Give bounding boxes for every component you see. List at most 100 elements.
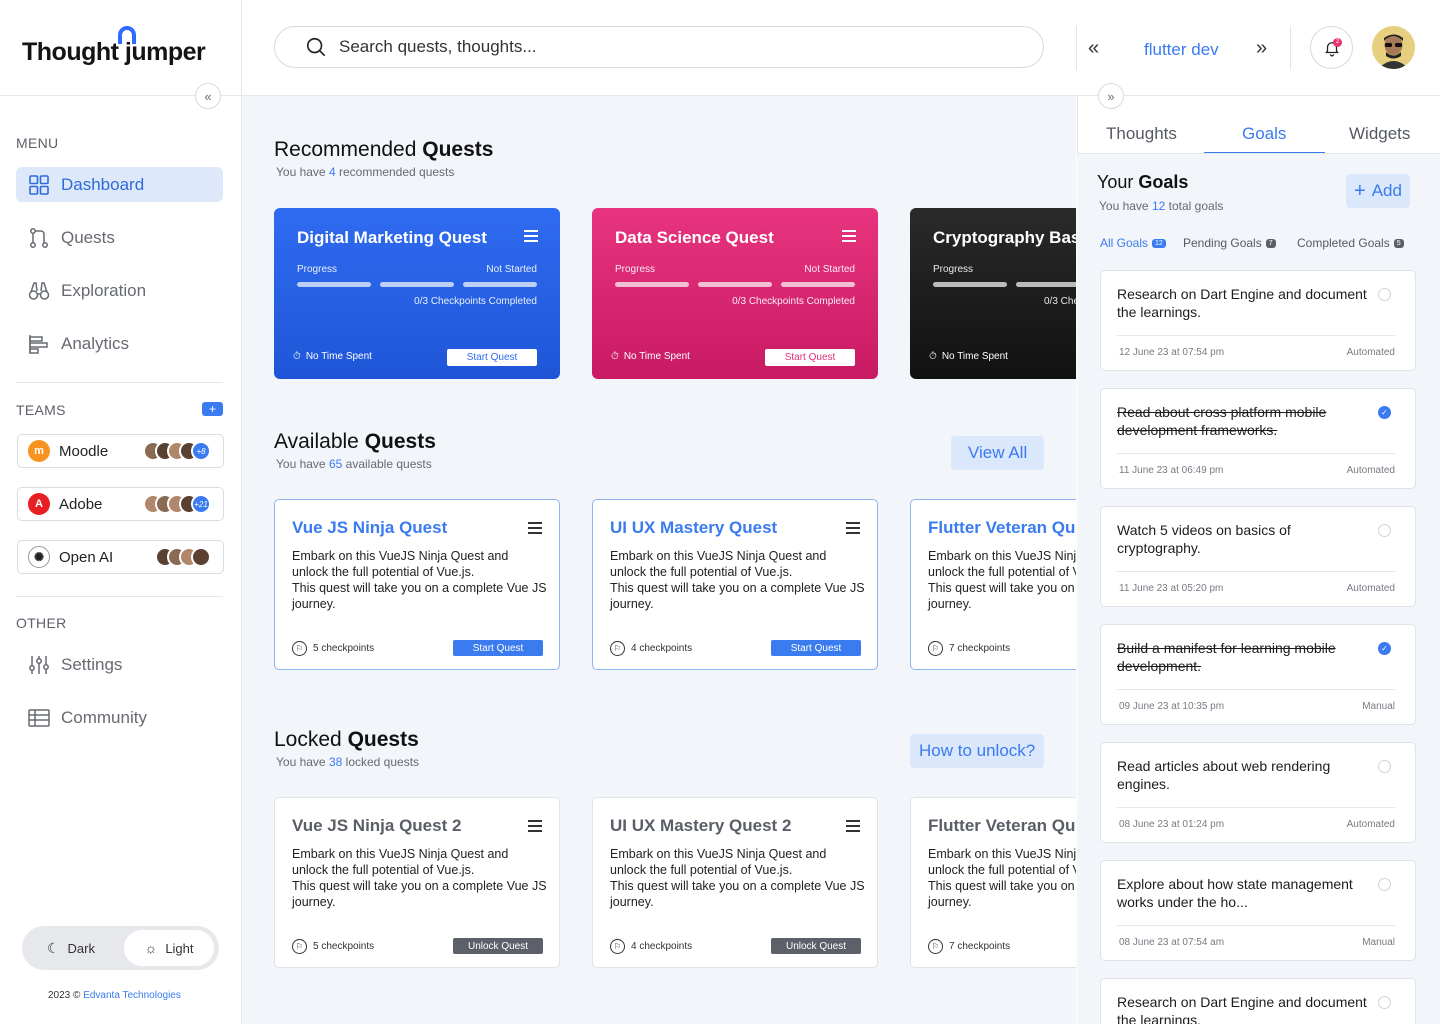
notification-badge: 2 — [1333, 38, 1342, 47]
theme-toggle[interactable]: ☾ Dark ☼ Light — [22, 926, 219, 970]
start-quest-button[interactable]: Start Quest — [447, 349, 537, 366]
goal-card[interactable]: Watch 5 videos on basics of cryptography… — [1100, 506, 1416, 607]
filter-pending-goals[interactable]: Pending Goals 7 — [1183, 236, 1276, 250]
chevrons-right-icon[interactable]: » — [1256, 37, 1267, 60]
search-input[interactable] — [339, 37, 989, 57]
start-quest-button[interactable]: Start Quest — [453, 640, 543, 656]
nav-label: Exploration — [61, 280, 147, 300]
goal-card[interactable]: Research on Dart Engine and document the… — [1100, 270, 1416, 371]
user-avatar[interactable] — [1372, 26, 1415, 69]
nav-item-quests[interactable]: Quests — [16, 220, 223, 255]
recommended-count: 4 — [328, 165, 336, 179]
how-to-unlock-button[interactable]: How to unlock? — [910, 734, 1045, 768]
tabs-divider — [1077, 153, 1440, 154]
quest-title: Flutter Veteran Quest 2 — [928, 816, 1076, 835]
progress-label: Progress — [933, 264, 974, 275]
collapse-sidebar-button[interactable]: « — [195, 83, 221, 109]
nav-label: Settings — [61, 654, 123, 674]
menu-icon[interactable] — [846, 522, 860, 537]
available-quest-card[interactable]: UI UX Mastery Quest Embark on this VueJS… — [592, 499, 878, 670]
filter-all-goals[interactable]: All Goals 12 — [1100, 236, 1166, 250]
check-icon: ✓ — [1381, 644, 1388, 653]
recommended-quest-card[interactable]: Digital Marketing Quest Progress Not Sta… — [274, 208, 560, 379]
add-goal-button[interactable]: + Add — [1346, 174, 1410, 208]
workspace-name[interactable]: flutter dev — [1144, 40, 1219, 60]
quest-title: Flutter Veteran Quest — [928, 518, 1076, 537]
menu-icon[interactable] — [842, 230, 856, 245]
team-card-adobe[interactable]: A Adobe +21 — [17, 487, 224, 521]
menu-icon[interactable] — [528, 522, 542, 537]
goal-checkbox[interactable] — [1378, 878, 1391, 891]
start-quest-button[interactable]: Start Quest — [765, 349, 855, 366]
recommended-quest-card[interactable]: Data Science Quest Progress Not Started … — [592, 208, 878, 379]
add-team-button[interactable]: + — [202, 402, 223, 416]
nav-item-community[interactable]: Community — [16, 700, 223, 735]
nav-item-settings[interactable]: Settings — [16, 647, 223, 682]
goal-checkbox[interactable]: ✓ — [1378, 406, 1391, 419]
menu-icon[interactable] — [528, 820, 542, 835]
checkpoint-count: ⚐ 4 checkpoints — [610, 641, 692, 656]
theme-light-option[interactable]: ☼ Light — [124, 930, 214, 966]
binoculars-icon — [28, 281, 50, 300]
goal-mode: Automated — [1346, 465, 1395, 476]
goal-checkbox[interactable]: ✓ — [1378, 642, 1391, 655]
start-quest-button[interactable]: Start Quest — [771, 640, 861, 656]
goal-text: Build a manifest for learning mobile dev… — [1117, 640, 1336, 674]
chevrons-left-icon[interactable]: « — [1088, 37, 1099, 60]
nav-item-exploration[interactable]: Exploration — [16, 273, 223, 308]
menu-icon[interactable] — [524, 230, 538, 245]
search-bar[interactable] — [274, 26, 1044, 68]
team-members — [155, 547, 211, 567]
recommended-title: Recommended Quests — [274, 138, 493, 162]
view-all-button[interactable]: View All — [951, 436, 1045, 470]
goal-card[interactable]: Research on Dart Engine and document the… — [1100, 978, 1416, 1024]
subtitle-suffix: total goals — [1168, 199, 1224, 213]
notifications-button[interactable]: 2 — [1310, 26, 1353, 69]
table-icon — [28, 708, 50, 727]
goal-checkbox[interactable] — [1378, 524, 1391, 537]
logo-text: Thought jumper — [22, 38, 206, 66]
nav-label: Quests — [61, 227, 115, 247]
adobe-logo-icon: A — [28, 493, 50, 515]
team-members: +21 — [143, 494, 211, 514]
goal-card[interactable]: Read articles about web rendering engine… — [1100, 742, 1416, 843]
locked-quest-card[interactable]: Vue JS Ninja Quest 2 Embark on this VueJ… — [274, 797, 560, 968]
locked-quest-card[interactable]: Flutter Veteran Quest 2 Embark on this V… — [910, 797, 1076, 968]
quest-title: Vue JS Ninja Quest 2 — [292, 816, 462, 835]
unlock-quest-button[interactable]: Unlock Quest — [453, 938, 543, 954]
theme-dark-option[interactable]: ☾ Dark — [26, 930, 116, 966]
sliders-icon — [29, 655, 49, 674]
filter-completed-goals[interactable]: Completed Goals 5 — [1297, 236, 1404, 250]
goal-checkbox[interactable] — [1378, 760, 1391, 773]
team-card-openai[interactable]: ✺ Open AI — [17, 540, 224, 574]
flag-icon: ⚐ — [928, 641, 943, 656]
section-title-bold: Goals — [1138, 172, 1189, 192]
brand-logo[interactable]: Thought jumper — [22, 26, 222, 70]
timer-icon: ⏱ — [929, 351, 937, 362]
locked-quest-card[interactable]: UI UX Mastery Quest 2 Embark on this Vue… — [592, 797, 878, 968]
goal-date: 08 June 23 at 01:24 pm — [1119, 819, 1225, 830]
recommended-quest-card[interactable]: Cryptography Basics Progress 0/3 Checkpo… — [910, 208, 1076, 379]
available-quest-card[interactable]: Vue JS Ninja Quest Embark on this VueJS … — [274, 499, 560, 670]
company-link[interactable]: Edvanta Technologies — [83, 990, 181, 1001]
team-name: Adobe — [59, 495, 103, 513]
menu-icon[interactable] — [846, 820, 860, 835]
progress-label: Progress — [615, 264, 656, 275]
tab-widgets[interactable]: Widgets — [1349, 124, 1410, 144]
tab-goals[interactable]: Goals — [1242, 124, 1286, 144]
goal-checkbox[interactable] — [1378, 996, 1391, 1009]
progress-bar — [615, 282, 855, 287]
divider — [1117, 571, 1395, 572]
goal-card[interactable]: Build a manifest for learning mobile dev… — [1100, 624, 1416, 725]
tab-thoughts[interactable]: Thoughts — [1106, 124, 1177, 144]
goal-checkbox[interactable] — [1378, 288, 1391, 301]
subtitle-prefix: You have — [276, 755, 326, 769]
available-quest-card[interactable]: Flutter Veteran Quest Embark on this Vue… — [910, 499, 1076, 670]
team-card-moodle[interactable]: m Moodle +8 — [17, 434, 224, 468]
unlock-quest-button[interactable]: Unlock Quest — [771, 938, 861, 954]
nav-item-dashboard[interactable]: Dashboard — [16, 167, 223, 202]
nav-item-analytics[interactable]: Analytics — [16, 326, 223, 361]
goal-card[interactable]: Explore about how state management works… — [1100, 860, 1416, 961]
collapse-right-panel-button[interactable]: » — [1098, 83, 1124, 109]
goal-card[interactable]: Read about cross platform mobile develop… — [1100, 388, 1416, 489]
